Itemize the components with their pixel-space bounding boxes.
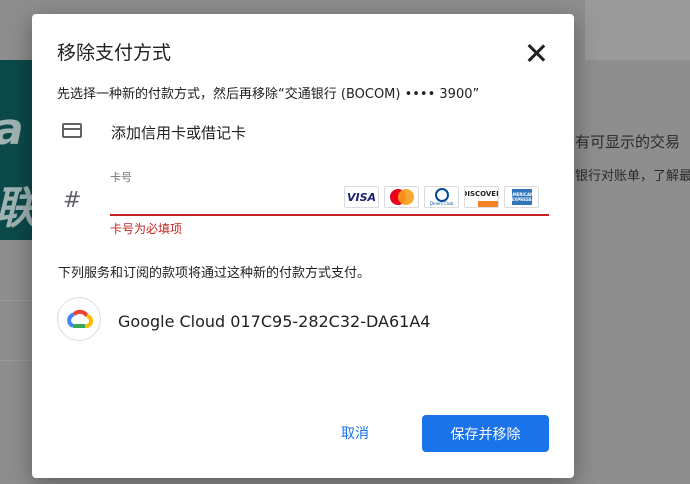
background-divider — [0, 300, 32, 301]
diners-club-logo-icon: Diners Club — [424, 186, 459, 208]
card-number-error: 卡号为必填项 — [110, 222, 183, 236]
dialog-title: 移除支付方式 — [57, 42, 172, 64]
card-number-input[interactable] — [110, 184, 344, 214]
background-empty-title: 有可显示的交易 — [575, 133, 681, 151]
save-and-remove-button[interactable]: 保存并移除 — [422, 415, 549, 452]
card-number-underline — [110, 214, 549, 216]
remove-payment-dialog: 移除支付方式 先选择一种新的付款方式，然后再移除“交通银行 (BOCOM) ••… — [32, 14, 574, 478]
visa-logo-icon: VISA — [344, 186, 379, 208]
google-cloud-icon — [57, 297, 101, 341]
close-icon[interactable] — [525, 42, 547, 64]
cancel-button[interactable]: 取消 — [322, 415, 388, 451]
background-card-art: a 联 — [0, 60, 32, 240]
mastercard-logo-icon — [384, 186, 419, 208]
discover-logo-icon: DISCOVER — [464, 186, 499, 208]
visa-logo-text: VISA — [346, 190, 377, 204]
dialog-subtitle: 先选择一种新的付款方式，然后再移除“交通银行 (BOCOM) •••• 3900… — [57, 87, 480, 102]
service-name: Google Cloud 017C95-282C32-DA61A4 — [118, 312, 431, 331]
background-illustration — [585, 0, 690, 60]
background-empty-text: 银行对账单，了解最 — [575, 169, 690, 184]
background-divider — [0, 360, 32, 361]
add-card-label: 添加信用卡或借记卡 — [111, 124, 247, 142]
card-number-label: 卡号 — [110, 171, 132, 184]
accepted-card-logos: VISA Diners Club DISCOVER AMERICANEXPRES… — [344, 186, 539, 210]
background-card-text-2: 联 — [0, 172, 32, 236]
amex-logo-icon: AMERICAN EXPRESS — [504, 186, 539, 208]
background-card-text-1: a — [0, 104, 24, 155]
service-notice: 下列服务和订阅的款项将通过这种新的付款方式支付。 — [58, 266, 371, 281]
discover-logo-text: DISCOVER — [465, 190, 498, 198]
hash-icon: # — [63, 188, 82, 213]
credit-card-icon — [62, 123, 82, 138]
